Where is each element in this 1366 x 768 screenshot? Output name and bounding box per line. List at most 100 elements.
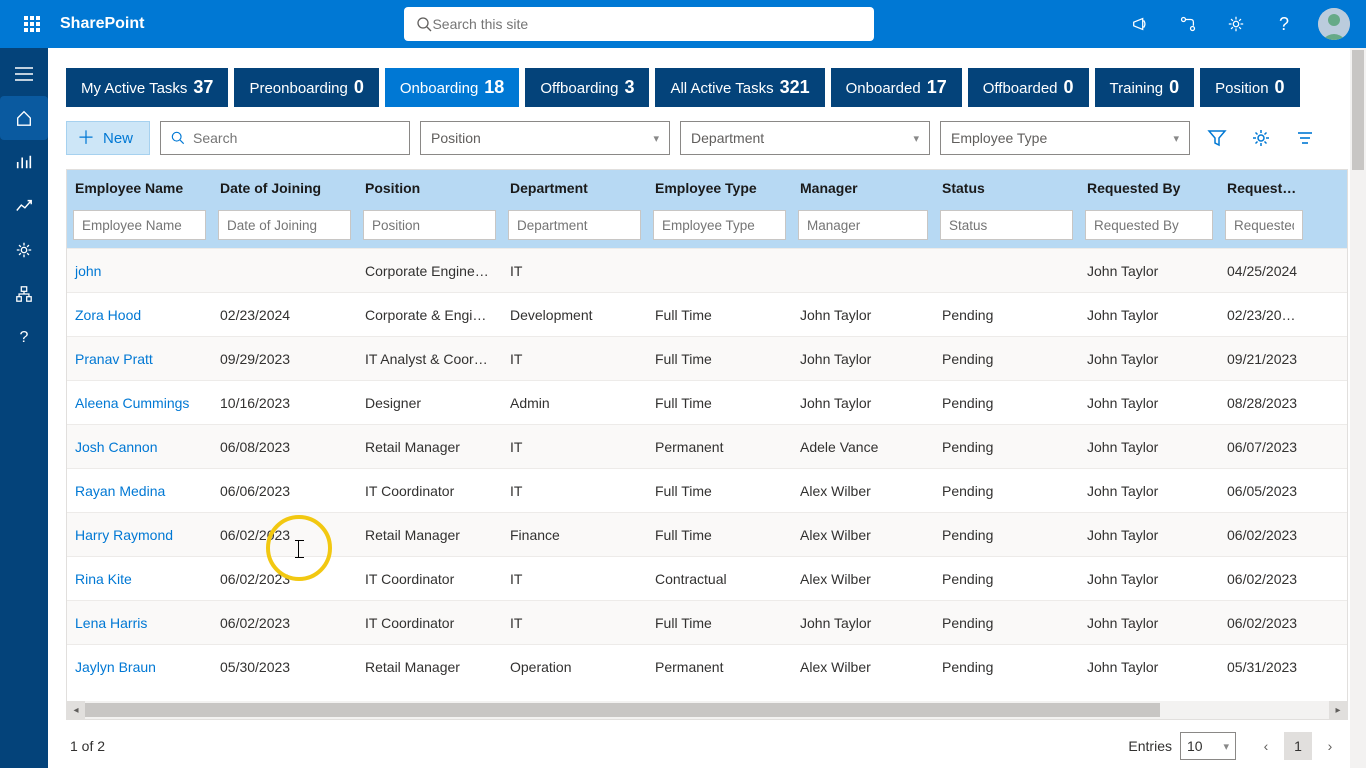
tab-position[interactable]: Position0 <box>1200 68 1299 107</box>
employee-link[interactable]: Harry Raymond <box>75 527 173 543</box>
vertical-scrollbar[interactable] <box>1350 48 1366 768</box>
sidebar-hamburger[interactable] <box>0 52 48 96</box>
list-search[interactable] <box>160 121 410 155</box>
flow-button[interactable] <box>1166 0 1210 48</box>
sidebar-reports[interactable] <box>0 140 48 184</box>
tab-onboarded[interactable]: Onboarded17 <box>831 68 962 107</box>
table-row[interactable]: Pranav Pratt09/29/2023IT Analyst & Coord… <box>67 336 1347 380</box>
global-search-input[interactable] <box>432 16 862 32</box>
scroll-left-arrow[interactable]: ◂ <box>67 701 85 719</box>
scrollbar-thumb[interactable] <box>1352 50 1364 170</box>
tab-my-active-tasks[interactable]: My Active Tasks37 <box>66 68 228 107</box>
sidebar-home[interactable] <box>0 96 48 140</box>
sidebar-settings[interactable] <box>0 228 48 272</box>
cell-reqd: 06/05/2023 <box>1219 471 1309 511</box>
tab-offboarding[interactable]: Offboarding3 <box>525 68 649 107</box>
filter-button[interactable] <box>1200 121 1234 155</box>
position-filter[interactable]: Position ▾ <box>420 121 670 155</box>
settings-button[interactable] <box>1214 0 1258 48</box>
scroll-right-arrow[interactable]: ▸ <box>1329 701 1347 719</box>
employee-link[interactable]: john <box>75 263 101 279</box>
entries-dropdown[interactable]: 10 ▾ <box>1180 732 1236 760</box>
cell-etype: Full Time <box>647 515 792 555</box>
employee-link[interactable]: Jaylyn Braun <box>75 659 156 675</box>
cell-reqd: 02/23/2024 ( <box>1219 295 1309 335</box>
new-button[interactable]: ＋ New <box>66 121 150 155</box>
table-row[interactable]: Lena Harris06/02/2023IT CoordinatorITFul… <box>67 600 1347 644</box>
table-row[interactable]: Rayan Medina06/06/2023IT CoordinatorITFu… <box>67 468 1347 512</box>
tab-preonboarding[interactable]: Preonboarding0 <box>234 68 378 107</box>
cell-doj: 06/02/2023 <box>212 603 357 643</box>
cell-dept: Finance <box>502 515 647 555</box>
column-header[interactable]: Department <box>502 170 647 206</box>
chevron-down-icon: ▾ <box>1173 132 1179 145</box>
table-row[interactable]: Aleena Cummings10/16/2023DesignerAdminFu… <box>67 380 1347 424</box>
employee-link[interactable]: Rayan Medina <box>75 483 165 499</box>
entries-value: 10 <box>1187 738 1203 754</box>
cell-manager: John Taylor <box>792 339 934 379</box>
column-filter-input[interactable] <box>363 210 496 240</box>
cell-reqd: 08/28/2023 <box>1219 383 1309 423</box>
column-filter-input[interactable] <box>653 210 786 240</box>
page-number-1[interactable]: 1 <box>1284 732 1312 760</box>
user-avatar[interactable] <box>1318 8 1350 40</box>
scrollbar-thumb[interactable] <box>85 703 1160 717</box>
column-filter-input[interactable] <box>798 210 928 240</box>
table-row[interactable]: Zora Hood02/23/2024Corporate & Engin…Dev… <box>67 292 1347 336</box>
tab-count: 17 <box>927 77 947 98</box>
cell-name: Harry Raymond <box>67 515 212 555</box>
cell-name: Josh Cannon <box>67 427 212 467</box>
employee-link[interactable]: Aleena Cummings <box>75 395 189 411</box>
table-row[interactable]: Rina Kite06/02/2023IT CoordinatorITContr… <box>67 556 1347 600</box>
next-page-button[interactable]: › <box>1316 732 1344 760</box>
column-header[interactable]: Requested D <box>1219 170 1309 206</box>
list-search-input[interactable] <box>193 130 399 146</box>
tab-onboarding[interactable]: Onboarding18 <box>385 68 519 107</box>
employee-link[interactable]: Josh Cannon <box>75 439 158 455</box>
department-filter[interactable]: Department ▾ <box>680 121 930 155</box>
employee-link[interactable]: Zora Hood <box>75 307 141 323</box>
column-filter-input[interactable] <box>218 210 351 240</box>
tab-training[interactable]: Training0 <box>1095 68 1195 107</box>
column-header[interactable]: Requested By <box>1079 170 1219 206</box>
column-header[interactable]: Employee Name <box>67 170 212 206</box>
cell-status: Pending <box>934 603 1079 643</box>
column-header[interactable]: Status <box>934 170 1079 206</box>
global-search[interactable] <box>404 7 874 41</box>
search-icon <box>416 16 432 32</box>
column-header[interactable]: Employee Type <box>647 170 792 206</box>
view-settings-button[interactable] <box>1244 121 1278 155</box>
column-filter-input[interactable] <box>1085 210 1213 240</box>
column-header[interactable]: Manager <box>792 170 934 206</box>
table-row[interactable]: Harry Raymond06/02/2023Retail ManagerFin… <box>67 512 1347 556</box>
employee-link[interactable]: Rina Kite <box>75 571 132 587</box>
horizontal-scrollbar[interactable]: ◂ ▸ <box>67 701 1347 719</box>
column-filter-input[interactable] <box>73 210 206 240</box>
sidebar-help[interactable]: ? <box>0 316 48 360</box>
prev-page-button[interactable]: ‹ <box>1252 732 1280 760</box>
megaphone-button[interactable] <box>1118 0 1162 48</box>
column-filter-input[interactable] <box>508 210 641 240</box>
table-row[interactable]: Jaylyn Braun05/30/2023Retail ManagerOper… <box>67 644 1347 688</box>
column-header[interactable]: Position <box>357 170 502 206</box>
column-filter-cell <box>1079 210 1219 240</box>
table-row[interactable]: Josh Cannon06/08/2023Retail ManagerITPer… <box>67 424 1347 468</box>
sort-button[interactable] <box>1288 121 1322 155</box>
tab-all-active-tasks[interactable]: All Active Tasks321 <box>655 68 824 107</box>
column-filter-input[interactable] <box>1225 210 1303 240</box>
employee-link[interactable]: Lena Harris <box>75 615 147 631</box>
app-launcher-button[interactable] <box>8 0 56 48</box>
sidebar-analytics[interactable] <box>0 184 48 228</box>
sidebar-org[interactable] <box>0 272 48 316</box>
employee-link[interactable]: Pranav Pratt <box>75 351 153 367</box>
column-header[interactable]: Date of Joining <box>212 170 357 206</box>
table-row[interactable]: johnCorporate Enginee…ITJohn Taylor04/25… <box>67 248 1347 292</box>
employee-type-filter[interactable]: Employee Type ▾ <box>940 121 1190 155</box>
entries-label: Entries <box>1128 738 1172 754</box>
cell-doj: 10/16/2023 <box>212 383 357 423</box>
help-button[interactable]: ? <box>1262 0 1306 48</box>
column-filter-input[interactable] <box>940 210 1073 240</box>
cell-reqd: 04/25/2024 <box>1219 251 1309 291</box>
tab-offboarded[interactable]: Offboarded0 <box>968 68 1089 107</box>
chevron-down-icon: ▾ <box>653 132 659 145</box>
